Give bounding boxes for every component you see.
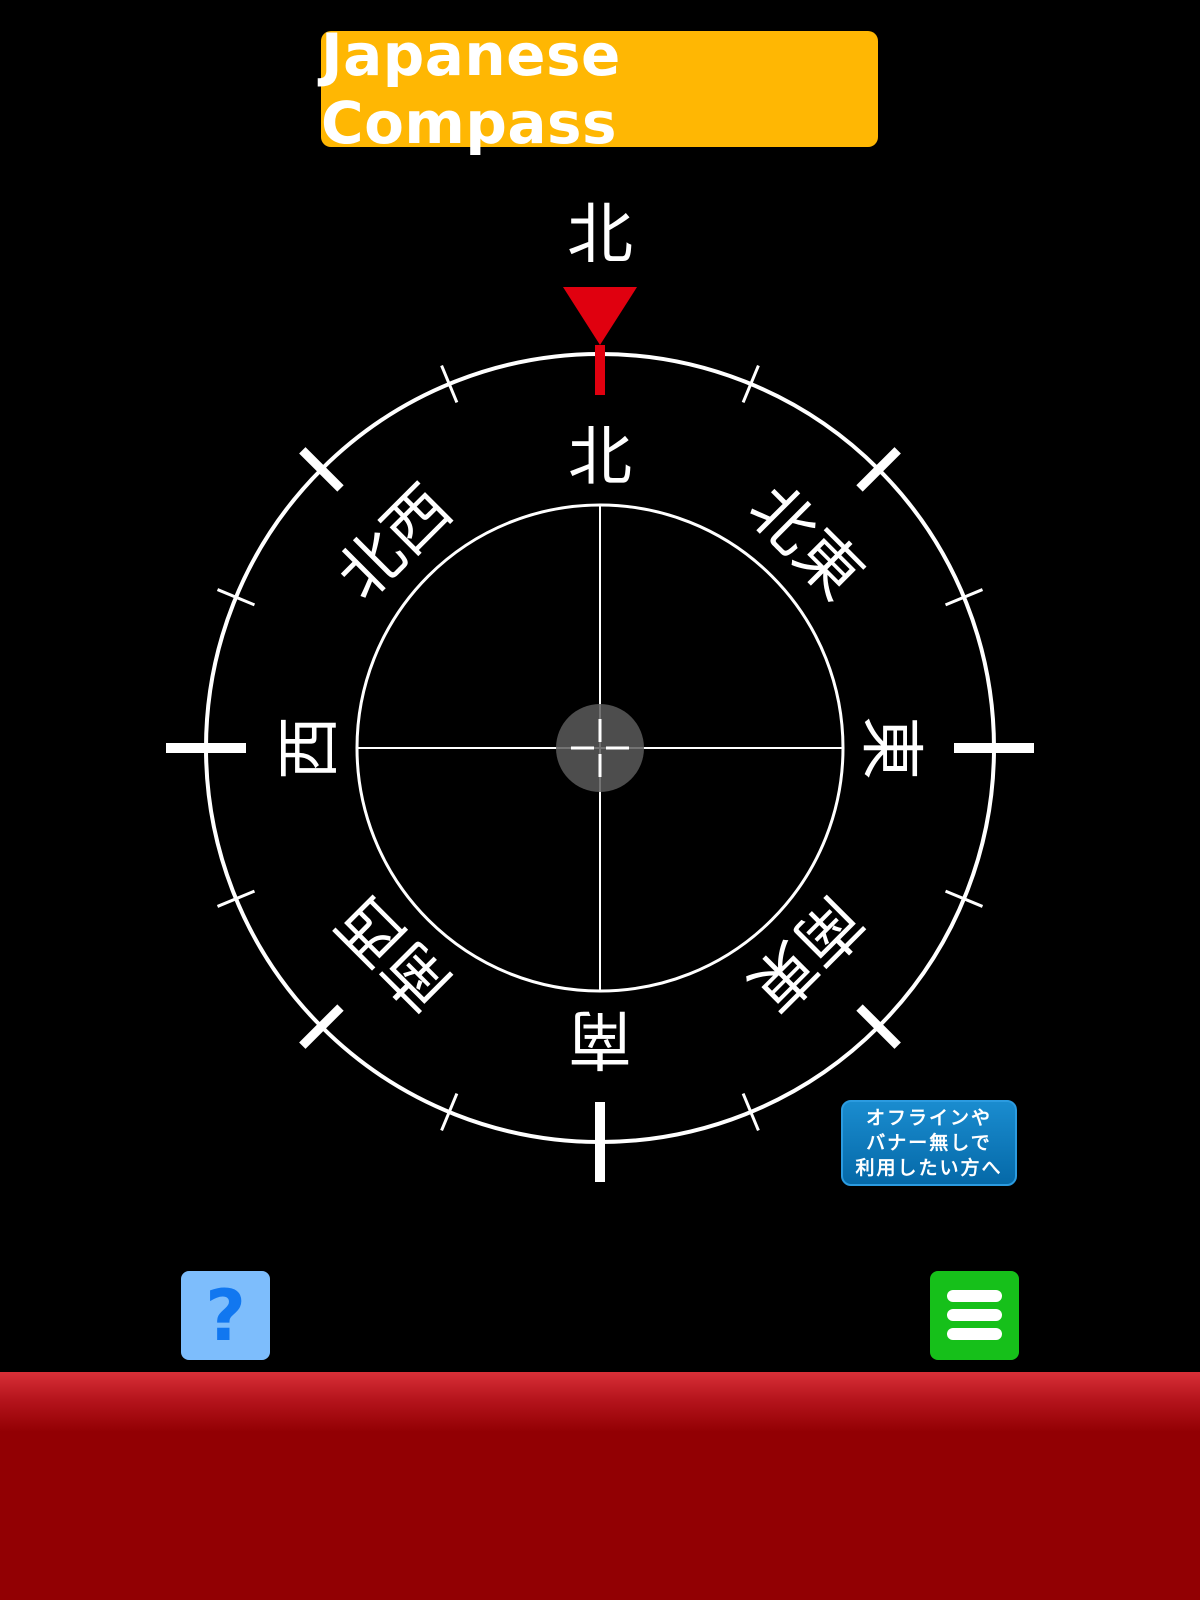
center-hub xyxy=(556,704,644,792)
help-button[interactable]: ? xyxy=(181,1271,270,1360)
bottom-ad-panel xyxy=(0,1372,1200,1600)
promo-line-3: 利用したい方へ xyxy=(855,1156,1003,1179)
compass-screen: Japanese Compass 北 北北東東南東南南西西北西 オフラインや バ… xyxy=(0,0,1200,1600)
promo-line-1: オフラインや xyxy=(865,1106,992,1129)
compass-dial: 北北東東南東南 南西 西 北西 xyxy=(166,287,1034,1182)
direction-label-w: 西 xyxy=(273,716,347,780)
direction-label-nw: 北西 xyxy=(324,472,467,615)
remove-ads-promo-button[interactable]: オフラインや バナー無しで 利用したい方へ xyxy=(841,1100,1017,1186)
menu-button[interactable] xyxy=(930,1271,1019,1360)
direction-label-sw: 南西 xyxy=(324,882,467,1025)
direction-label-e: 東 xyxy=(853,716,927,780)
promo-line-2: バナー無しで xyxy=(866,1131,992,1154)
question-mark-icon: ? xyxy=(205,1274,246,1357)
direction-label-se: 南東 xyxy=(734,882,877,1025)
heading-pointer xyxy=(563,287,637,395)
direction-label-ne: 北東 xyxy=(734,472,877,615)
direction-label-s: 南 xyxy=(568,1001,632,1075)
direction-label-n: 北 xyxy=(568,421,632,495)
